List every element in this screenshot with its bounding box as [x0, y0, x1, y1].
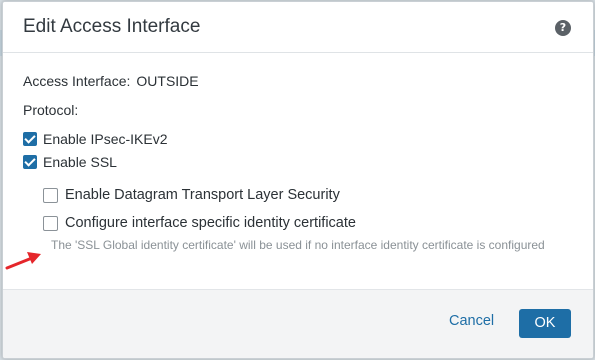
help-icon[interactable]: ?	[555, 20, 571, 36]
dialog-title: Edit Access Interface	[23, 16, 201, 37]
interface-identity-certificate-label: Configure interface specific identity ce…	[65, 215, 356, 231]
access-interface-row: Access Interface: OUTSIDE	[23, 73, 199, 89]
enable-ssl-label: Enable SSL	[43, 154, 117, 170]
enable-ssl-checkbox-row[interactable]: Enable SSL	[23, 154, 117, 170]
enable-dtls-label: Enable Datagram Transport Layer Security	[65, 187, 340, 203]
red-arrow-icon	[5, 252, 41, 270]
access-interface-value: OUTSIDE	[136, 73, 199, 89]
enable-ipsec-ikev2-label: Enable IPsec-IKEv2	[43, 131, 168, 147]
dialog-header: Edit Access Interface ?	[3, 2, 593, 53]
identity-certificate-hint: The 'SSL Global identity certificate' wi…	[51, 238, 545, 252]
edit-access-interface-dialog: Edit Access Interface ? Access Interface…	[2, 1, 594, 359]
enable-dtls-checkbox[interactable]	[43, 187, 58, 203]
enable-ssl-checkbox[interactable]	[23, 155, 37, 169]
enable-ipsec-ikev2-checkbox-row[interactable]: Enable IPsec-IKEv2	[23, 131, 168, 147]
enable-dtls-checkbox-row[interactable]: Enable Datagram Transport Layer Security	[43, 187, 340, 203]
ok-button[interactable]: OK	[519, 309, 571, 338]
cancel-button[interactable]: Cancel	[449, 313, 494, 329]
interface-identity-certificate-checkbox[interactable]	[43, 215, 58, 231]
interface-identity-certificate-checkbox-row[interactable]: Configure interface specific identity ce…	[43, 215, 356, 231]
enable-ipsec-ikev2-checkbox[interactable]	[23, 132, 37, 146]
access-interface-label: Access Interface:	[23, 73, 131, 89]
dialog-footer: Cancel OK	[3, 289, 593, 358]
protocol-label: Protocol:	[23, 102, 79, 118]
